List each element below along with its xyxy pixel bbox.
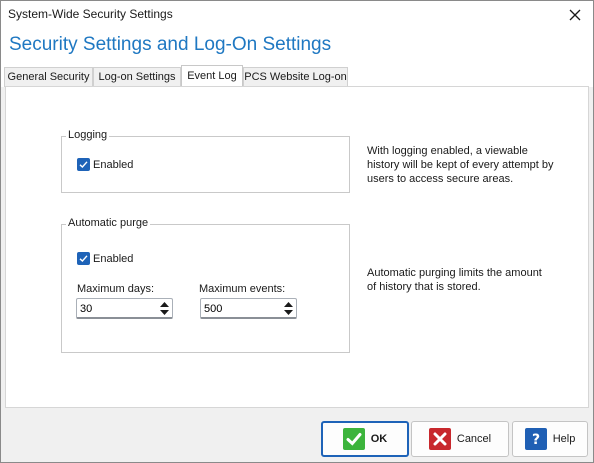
checkmark-icon [342, 428, 365, 450]
purge-enabled-label: Enabled [93, 252, 134, 265]
max-events-label: Maximum events: [199, 283, 286, 295]
cancel-button[interactable]: Cancel [411, 421, 509, 457]
max-events-spinner[interactable] [200, 298, 297, 319]
event-log-panel: Logging Enabled With logging enabled, a … [5, 86, 589, 408]
close-icon [569, 9, 581, 21]
logging-enabled-checkbox[interactable]: Enabled [77, 158, 133, 171]
spinner-arrows[interactable] [159, 301, 170, 316]
ok-label: OK [370, 433, 388, 445]
tab-log-on-settings[interactable]: Log-on Settings [93, 67, 181, 87]
tab-general-security[interactable]: General Security [4, 67, 93, 87]
help-question-icon: ? [524, 428, 547, 450]
arrow-up-icon[interactable] [159, 301, 170, 308]
arrow-down-icon[interactable] [283, 309, 294, 316]
window-title: System-Wide Security Settings [8, 7, 173, 21]
purge-legend: Automatic purge [66, 217, 151, 229]
help-button[interactable]: ? Help [512, 421, 588, 457]
purge-enabled-checkbox[interactable]: Enabled [77, 252, 133, 265]
arrow-up-icon[interactable] [283, 301, 294, 308]
title-bar: System-Wide Security Settings [1, 1, 593, 29]
dialog-window: System-Wide Security Settings Security S… [0, 0, 594, 463]
page-title: Security Settings and Log-On Settings [9, 34, 332, 55]
spinner-arrows[interactable] [283, 301, 294, 316]
logging-description: With logging enabled, a viewable history… [367, 145, 554, 185]
tab-event-log[interactable]: Event Log [181, 65, 243, 88]
checkbox-checked-icon [77, 252, 90, 265]
help-label: Help [552, 433, 576, 445]
max-days-input[interactable] [80, 302, 150, 316]
header: Security Settings and Log-On Settings [1, 29, 593, 67]
max-days-spinner[interactable] [76, 298, 173, 319]
automatic-purge-group: Automatic purge Enabled Maximum days: Ma… [61, 217, 350, 353]
tab-pcs-website-log-on[interactable]: PCS Website Log-on [243, 67, 348, 87]
max-events-input[interactable] [204, 302, 274, 316]
logging-legend: Logging [66, 129, 110, 141]
checkbox-checked-icon [77, 158, 90, 171]
logging-group: Logging Enabled [61, 129, 350, 193]
arrow-down-icon[interactable] [159, 309, 170, 316]
ok-button[interactable]: OK [321, 421, 409, 457]
svg-text:?: ? [532, 432, 540, 447]
button-bar: OK Cancel ? Help [1, 409, 593, 462]
purge-description: Automatic purging limits the amount of h… [367, 267, 542, 293]
cancel-x-icon [428, 428, 451, 450]
max-days-label: Maximum days: [77, 283, 155, 295]
close-button[interactable] [561, 3, 589, 27]
cancel-label: Cancel [456, 433, 492, 445]
tab-strip: General Security Log-on Settings Event L… [1, 65, 593, 88]
logging-enabled-label: Enabled [93, 158, 134, 171]
